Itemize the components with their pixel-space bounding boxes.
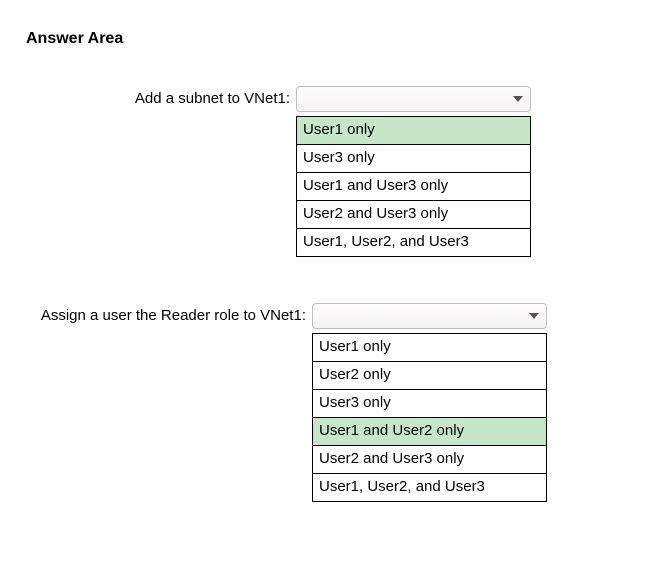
list-item[interactable]: User1, User2, and User3 — [313, 474, 546, 501]
list-item[interactable]: User3 only — [297, 145, 530, 173]
dropdown-2[interactable] — [312, 303, 547, 329]
list-item[interactable]: User2 and User3 only — [297, 201, 530, 229]
list-item[interactable]: User1 only — [313, 334, 546, 362]
question-block-1: Add a subnet to VNet1: User1 onlyUser3 o… — [26, 86, 628, 257]
question-block-2: Assign a user the Reader role to VNet1: … — [26, 303, 628, 502]
list-item[interactable]: User1, User2, and User3 — [297, 229, 530, 256]
question-label-1: Add a subnet to VNet1: — [26, 86, 296, 112]
page-title: Answer Area — [26, 30, 628, 48]
list-item[interactable]: User2 and User3 only — [313, 446, 546, 474]
question-label-2: Assign a user the Reader role to VNet1: — [26, 303, 312, 329]
chevron-down-icon — [512, 95, 524, 103]
chevron-down-icon — [528, 312, 540, 320]
list-item[interactable]: User1 and User2 only — [313, 418, 546, 446]
list-item[interactable]: User1 and User3 only — [297, 173, 530, 201]
question-row-2: Assign a user the Reader role to VNet1: — [26, 303, 628, 329]
list-item[interactable]: User2 only — [313, 362, 546, 390]
list-item[interactable]: User1 only — [297, 117, 530, 145]
question-row-1: Add a subnet to VNet1: — [26, 86, 628, 112]
list-item[interactable]: User3 only — [313, 390, 546, 418]
options-list-1: User1 onlyUser3 onlyUser1 and User3 only… — [296, 116, 531, 257]
options-list-2: User1 onlyUser2 onlyUser3 onlyUser1 and … — [312, 333, 547, 502]
dropdown-1[interactable] — [296, 86, 531, 112]
